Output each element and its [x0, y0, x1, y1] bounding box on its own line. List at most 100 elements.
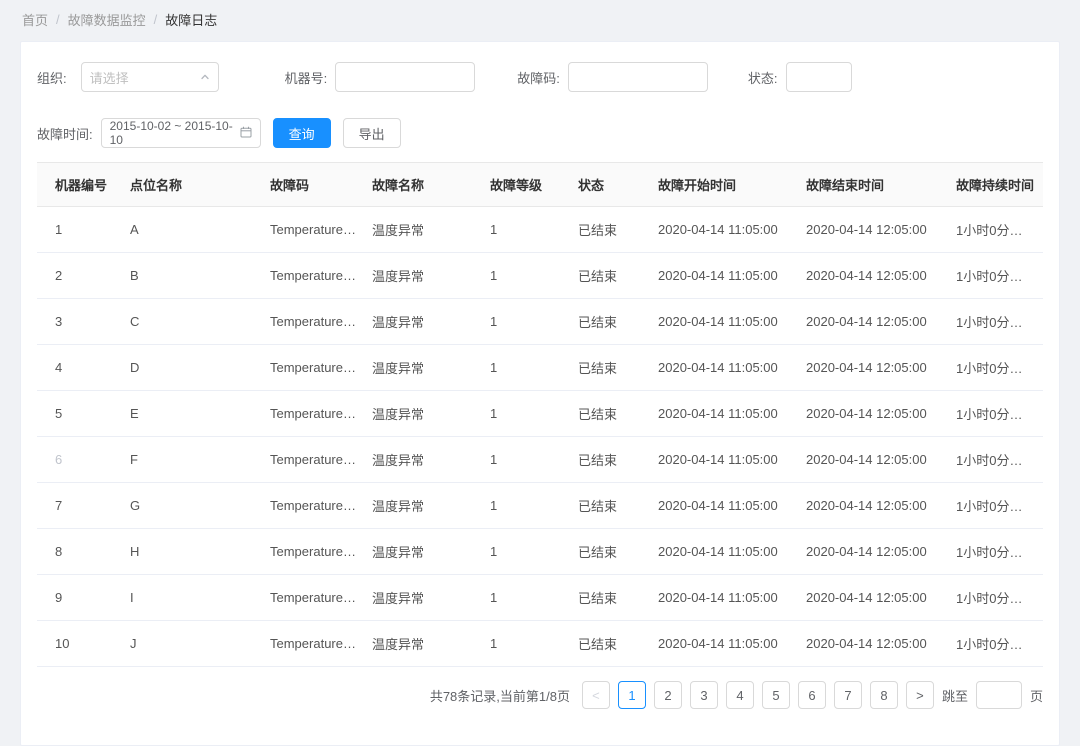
column-header: 故障结束时间	[798, 163, 948, 207]
fault-code-filter: 故障码:	[517, 62, 708, 92]
table-cell: 1小时0分钟0秒	[948, 575, 1043, 621]
table-cell: 已结束	[570, 529, 650, 575]
table-cell: 1小时0分钟0秒	[948, 345, 1043, 391]
breadcrumb-fault-log: 故障日志	[165, 10, 217, 29]
table-cell: 1小时0分钟0秒	[948, 621, 1043, 667]
table-cell: 1	[482, 621, 570, 667]
table-cell: 温度异常	[364, 299, 482, 345]
table-cell: 1	[482, 483, 570, 529]
table-cell: 2020-04-14 12:05:00	[798, 391, 948, 437]
breadcrumb-home[interactable]: 首页	[22, 10, 48, 29]
pagination-pages: 12345678	[618, 681, 898, 709]
table-cell: TemperatureAlarm	[262, 621, 364, 667]
table-cell: 1	[482, 345, 570, 391]
pagination-page-8[interactable]: 8	[870, 681, 898, 709]
table-row: 1ATemperatureAlarm温度异常1已结束2020-04-14 11:…	[37, 207, 1043, 253]
table-cell: TemperatureAlarm	[262, 483, 364, 529]
fault-code-input[interactable]	[568, 62, 708, 92]
table-cell: D	[122, 345, 262, 391]
status-input[interactable]	[786, 62, 852, 92]
column-header: 故障等级	[482, 163, 570, 207]
table-cell: 1	[482, 529, 570, 575]
table-row: 2BTemperatureAlarm温度异常1已结束2020-04-14 11:…	[37, 253, 1043, 299]
table-cell: 3	[37, 299, 122, 345]
table-cell: 温度异常	[364, 621, 482, 667]
pagination-page-4[interactable]: 4	[726, 681, 754, 709]
table-cell: 温度异常	[364, 207, 482, 253]
org-select[interactable]: 请选择	[81, 62, 219, 92]
column-header: 故障码	[262, 163, 364, 207]
calendar-icon	[240, 126, 252, 141]
table-cell: 2020-04-14 11:05:00	[650, 529, 798, 575]
table-cell: 2020-04-14 12:05:00	[798, 621, 948, 667]
table-cell: 2020-04-14 12:05:00	[798, 207, 948, 253]
table-cell: 1	[482, 575, 570, 621]
table-cell: 4	[37, 345, 122, 391]
machine-input[interactable]	[335, 62, 475, 92]
table-cell: 2020-04-14 11:05:00	[650, 391, 798, 437]
status-filter: 状态:	[748, 62, 852, 92]
table-cell: TemperatureAlarm	[262, 575, 364, 621]
table-row: 5ETemperatureAlarm温度异常1已结束2020-04-14 11:…	[37, 391, 1043, 437]
column-header: 故障名称	[364, 163, 482, 207]
table-cell: 温度异常	[364, 529, 482, 575]
table-row: 6FTemperatureAlarm温度异常1已结束2020-04-14 11:…	[37, 437, 1043, 483]
export-button[interactable]: 导出	[343, 118, 401, 148]
table-cell: 已结束	[570, 253, 650, 299]
fault-time-filter: 故障时间: 2015-10-02 ~ 2015-10-10	[37, 118, 261, 148]
table-cell: 已结束	[570, 345, 650, 391]
pagination-page-7[interactable]: 7	[834, 681, 862, 709]
table-cell: G	[122, 483, 262, 529]
table-cell: 6	[37, 437, 122, 483]
table-cell: 2020-04-14 12:05:00	[798, 299, 948, 345]
fault-log-table: 机器编号点位名称故障码故障名称故障等级状态故障开始时间故障结束时间故障持续时间 …	[37, 162, 1043, 667]
filter-row-2: 故障时间: 2015-10-02 ~ 2015-10-10 查询 导出	[37, 118, 1043, 148]
table-cell: 温度异常	[364, 345, 482, 391]
column-header: 故障开始时间	[650, 163, 798, 207]
table-cell: 已结束	[570, 299, 650, 345]
pagination-jump-suffix: 页	[1030, 686, 1043, 705]
table-cell: 温度异常	[364, 575, 482, 621]
org-filter: 组织: 请选择	[37, 62, 219, 92]
table-cell: C	[122, 299, 262, 345]
pagination-page-1[interactable]: 1	[618, 681, 646, 709]
table-cell: 2020-04-14 12:05:00	[798, 437, 948, 483]
table-cell: TemperatureAlarm	[262, 437, 364, 483]
table-cell: 已结束	[570, 483, 650, 529]
table-cell: 温度异常	[364, 437, 482, 483]
org-select-placeholder: 请选择	[90, 68, 129, 87]
pagination-page-3[interactable]: 3	[690, 681, 718, 709]
date-range-picker[interactable]: 2015-10-02 ~ 2015-10-10	[101, 118, 261, 148]
pagination-jump-input[interactable]	[976, 681, 1022, 709]
table-cell: H	[122, 529, 262, 575]
table-cell: 2020-04-14 11:05:00	[650, 621, 798, 667]
column-header: 状态	[570, 163, 650, 207]
table-cell: 2020-04-14 11:05:00	[650, 575, 798, 621]
table-cell: 已结束	[570, 575, 650, 621]
table-cell: 1	[482, 207, 570, 253]
table-cell: I	[122, 575, 262, 621]
breadcrumb-fault-monitor[interactable]: 故障数据监控	[68, 10, 146, 29]
pagination-jump-label: 跳至	[942, 686, 968, 705]
table-cell: 1	[482, 253, 570, 299]
table-cell: 温度异常	[364, 391, 482, 437]
table-cell: 2	[37, 253, 122, 299]
pagination-page-2[interactable]: 2	[654, 681, 682, 709]
table-row: 9ITemperatureAlarm温度异常1已结束2020-04-14 11:…	[37, 575, 1043, 621]
pagination-page-6[interactable]: 6	[798, 681, 826, 709]
table-cell: 温度异常	[364, 253, 482, 299]
table-header-row: 机器编号点位名称故障码故障名称故障等级状态故障开始时间故障结束时间故障持续时间	[37, 163, 1043, 207]
table-cell: 已结束	[570, 621, 650, 667]
query-button[interactable]: 查询	[273, 118, 331, 148]
table-cell: 2020-04-14 11:05:00	[650, 207, 798, 253]
table-cell: 2020-04-14 12:05:00	[798, 253, 948, 299]
table-cell: 2020-04-14 12:05:00	[798, 575, 948, 621]
pagination-prev-button[interactable]: <	[582, 681, 610, 709]
pagination-next-button[interactable]: >	[906, 681, 934, 709]
table-cell: 1小时0分钟0秒	[948, 529, 1043, 575]
table-cell: 8	[37, 529, 122, 575]
table-cell: 9	[37, 575, 122, 621]
table-cell: 1	[482, 391, 570, 437]
pagination-page-5[interactable]: 5	[762, 681, 790, 709]
table-row: 10JTemperatureAlarm温度异常1已结束2020-04-14 11…	[37, 621, 1043, 667]
